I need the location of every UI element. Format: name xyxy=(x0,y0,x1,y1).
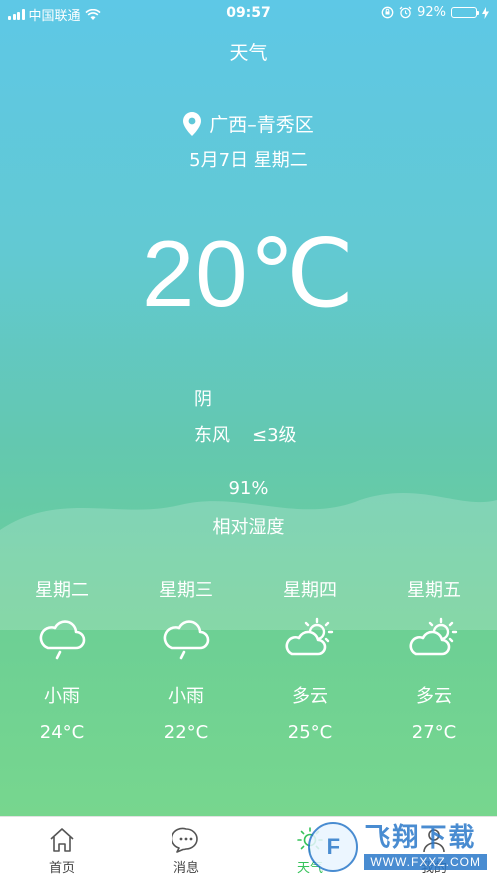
forecast-day-name: 星期三 xyxy=(159,580,213,601)
map-pin-icon xyxy=(183,111,202,136)
status-bar: 中国联通 09:57 92% xyxy=(0,0,497,26)
tab-messages[interactable]: 消息 xyxy=(124,817,248,883)
forecast-condition: 小雨 xyxy=(44,686,80,707)
humidity-value: 91% xyxy=(228,478,269,499)
chat-icon xyxy=(172,827,198,853)
alarm-icon xyxy=(399,6,412,19)
tab-label: 首页 xyxy=(48,860,75,876)
orientation-lock-icon xyxy=(381,6,394,19)
watermark-url: WWW.FXXZ.COM xyxy=(364,854,487,870)
forecast-day[interactable]: 星期三 小雨 22°C xyxy=(124,576,248,743)
current-date: 5月7日 星期二 xyxy=(189,150,308,171)
forecast-temp: 27°C xyxy=(411,722,457,743)
forecast-temp: 22°C xyxy=(163,722,209,743)
wind-direction: 东风 xyxy=(194,425,230,446)
forecast-condition: 小雨 xyxy=(168,686,204,707)
forecast-temp: 24°C xyxy=(39,722,85,743)
weather-screen: 中国联通 09:57 92% 天气 广西–青秀区 5月7日 星期二 20℃ 阴 … xyxy=(0,0,497,883)
forecast-row: 星期二 小雨 24°C 星期三 小雨 22°C 星期四 多云 25°C 星期五 … xyxy=(0,576,497,743)
battery-percent: 92% xyxy=(417,5,446,20)
battery-icon xyxy=(451,7,479,18)
forecast-day[interactable]: 星期二 小雨 24°C xyxy=(0,576,124,743)
rain-cloud-icon xyxy=(163,620,210,660)
charging-icon xyxy=(482,6,489,19)
current-condition: 阴 xyxy=(194,389,212,410)
forecast-day[interactable]: 星期四 多云 25°C xyxy=(248,576,372,743)
forecast-day-name: 星期四 xyxy=(283,580,337,601)
forecast-condition: 多云 xyxy=(416,686,452,707)
page-title: 天气 xyxy=(229,42,268,64)
partly-cloudy-icon xyxy=(409,617,458,656)
forecast-day-name: 星期二 xyxy=(35,580,89,601)
forecast-day[interactable]: 星期五 多云 27°C xyxy=(372,576,496,743)
rain-cloud-icon xyxy=(39,620,86,660)
watermark-logo: F xyxy=(308,822,359,872)
forecast-condition: 多云 xyxy=(292,686,328,707)
partly-cloudy-icon xyxy=(285,617,334,656)
wind-info: 东风 ≤3级 xyxy=(194,421,297,447)
forecast-temp: 25°C xyxy=(287,722,333,743)
humidity-label: 相对湿度 xyxy=(212,517,285,538)
watermark-title: 飞翔下载 xyxy=(364,823,477,853)
tab-label: 消息 xyxy=(172,860,199,876)
site-watermark: F 飞翔下载 WWW.FXXZ.COM xyxy=(308,822,487,872)
location-text: 广西–青秀区 xyxy=(209,114,314,136)
home-icon xyxy=(50,827,74,852)
current-temperature: 20℃ xyxy=(141,221,356,326)
wind-level: ≤3级 xyxy=(252,425,297,446)
tab-home[interactable]: 首页 xyxy=(0,817,124,883)
forecast-day-name: 星期五 xyxy=(407,580,461,601)
location-row[interactable]: 广西–青秀区 xyxy=(0,110,497,137)
